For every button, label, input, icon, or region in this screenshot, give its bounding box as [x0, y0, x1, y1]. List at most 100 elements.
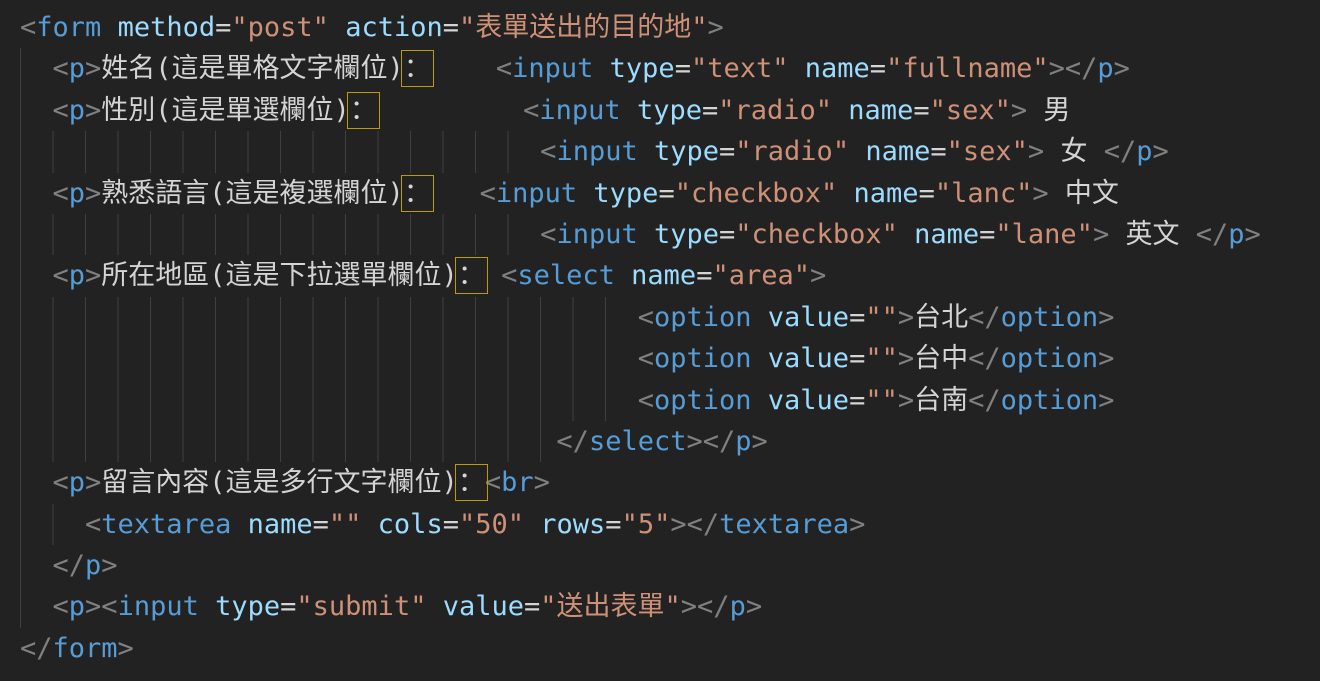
code-token: < — [53, 53, 69, 84]
indent-guides — [20, 504, 83, 545]
code-token: = — [849, 302, 865, 333]
code-token: value — [768, 385, 849, 416]
code-token: > — [1093, 219, 1109, 250]
code-token: "lanc" — [935, 178, 1033, 209]
code-token: </ — [1065, 53, 1098, 84]
code-token: option — [1001, 385, 1099, 416]
code-token: option — [1001, 343, 1099, 374]
code-token: "post" — [231, 12, 329, 43]
code-token: > — [1098, 385, 1114, 416]
code-token: type — [654, 136, 719, 167]
code-token: select — [517, 260, 615, 291]
unicode-highlight-colon: ： — [458, 467, 485, 498]
code-token: form — [36, 12, 101, 43]
code-token: "" — [865, 343, 898, 374]
indent-guides — [20, 48, 51, 89]
code-token: "radio" — [718, 95, 832, 126]
code-token — [329, 12, 345, 43]
code-token: > — [1011, 95, 1027, 126]
code-token: 中文 — [1049, 178, 1119, 209]
code-token: = — [930, 136, 946, 167]
code-token — [621, 95, 637, 126]
code-token: < — [496, 53, 512, 84]
code-token — [615, 260, 631, 291]
code-token: = — [919, 178, 935, 209]
code-line: <textarea name="" cols="50" rows="5"></t… — [20, 504, 1320, 545]
code-token — [426, 591, 442, 622]
code-token: "" — [329, 509, 362, 540]
code-line: </select></p> — [20, 421, 1320, 462]
code-token: = — [849, 385, 865, 416]
code-token: 台南 — [914, 385, 968, 416]
code-token: name — [631, 260, 696, 291]
code-token: 英文 — [1109, 219, 1196, 250]
code-line: <input type="radio" name="sex"> 女 </p> — [20, 131, 1320, 172]
code-token: type — [637, 95, 702, 126]
code-token: name — [865, 136, 930, 167]
code-token — [638, 136, 654, 167]
code-token — [837, 178, 853, 209]
code-token: < — [53, 95, 69, 126]
code-token — [431, 53, 496, 84]
indent-guides — [20, 545, 51, 586]
code-token — [752, 385, 768, 416]
code-token: name — [854, 178, 919, 209]
code-token: > — [1032, 178, 1048, 209]
code-token: option — [654, 302, 752, 333]
code-token: < — [53, 467, 69, 498]
code-token: = — [719, 219, 735, 250]
code-token: "5" — [622, 509, 671, 540]
code-token: = — [870, 53, 886, 84]
code-token: < — [85, 509, 101, 540]
code-token: cols — [378, 509, 443, 540]
code-token: type — [215, 591, 280, 622]
code-token: input — [118, 591, 199, 622]
code-token: = — [605, 509, 621, 540]
code-token: "area" — [712, 260, 810, 291]
code-token: textarea — [719, 509, 849, 540]
code-token: < — [540, 136, 556, 167]
code-token — [231, 509, 247, 540]
code-token: < — [53, 260, 69, 291]
code-token: > — [85, 260, 101, 291]
code-token: < — [53, 178, 69, 209]
code-token: "送出表單" — [540, 591, 681, 622]
code-token: "text" — [691, 53, 789, 84]
code-token — [577, 178, 593, 209]
code-token: "表單送出的目的地" — [459, 12, 708, 43]
code-token: > — [1114, 53, 1130, 84]
code-editor[interactable]: <form method="post" action="表單送出的目的地"><p… — [0, 0, 1320, 681]
code-token: textarea — [101, 509, 231, 540]
unicode-highlight-colon: ： — [458, 260, 485, 291]
code-token: < — [480, 178, 496, 209]
code-line: <p><input type="submit" value="送出表單"></p… — [20, 586, 1320, 627]
code-token: 性別(這是單選欄位) — [101, 95, 350, 126]
code-token: > — [1098, 343, 1114, 374]
code-token: > — [686, 426, 702, 457]
code-token: "" — [865, 302, 898, 333]
code-token: 台中 — [914, 343, 968, 374]
code-line: </p> — [20, 545, 1320, 586]
code-token: < — [638, 343, 654, 374]
code-token: "checkbox" — [735, 219, 898, 250]
code-token: > — [1049, 53, 1065, 84]
indent-guides — [20, 214, 538, 255]
code-token — [524, 509, 540, 540]
code-token: </ — [697, 591, 730, 622]
code-line: <input type="checkbox" name="lane"> 英文 <… — [20, 214, 1320, 255]
code-token: p — [730, 591, 746, 622]
code-token: input — [496, 178, 577, 209]
code-token: p — [85, 550, 101, 581]
code-token: < — [101, 591, 117, 622]
code-token: > — [681, 591, 697, 622]
code-token: </ — [968, 385, 1001, 416]
code-token: > — [85, 467, 101, 498]
code-token — [849, 136, 865, 167]
code-token — [752, 302, 768, 333]
code-token: > — [85, 95, 101, 126]
code-token: > — [810, 260, 826, 291]
code-token — [898, 219, 914, 250]
code-token: value — [768, 302, 849, 333]
indent-guides — [20, 462, 51, 503]
code-token: = — [524, 591, 540, 622]
